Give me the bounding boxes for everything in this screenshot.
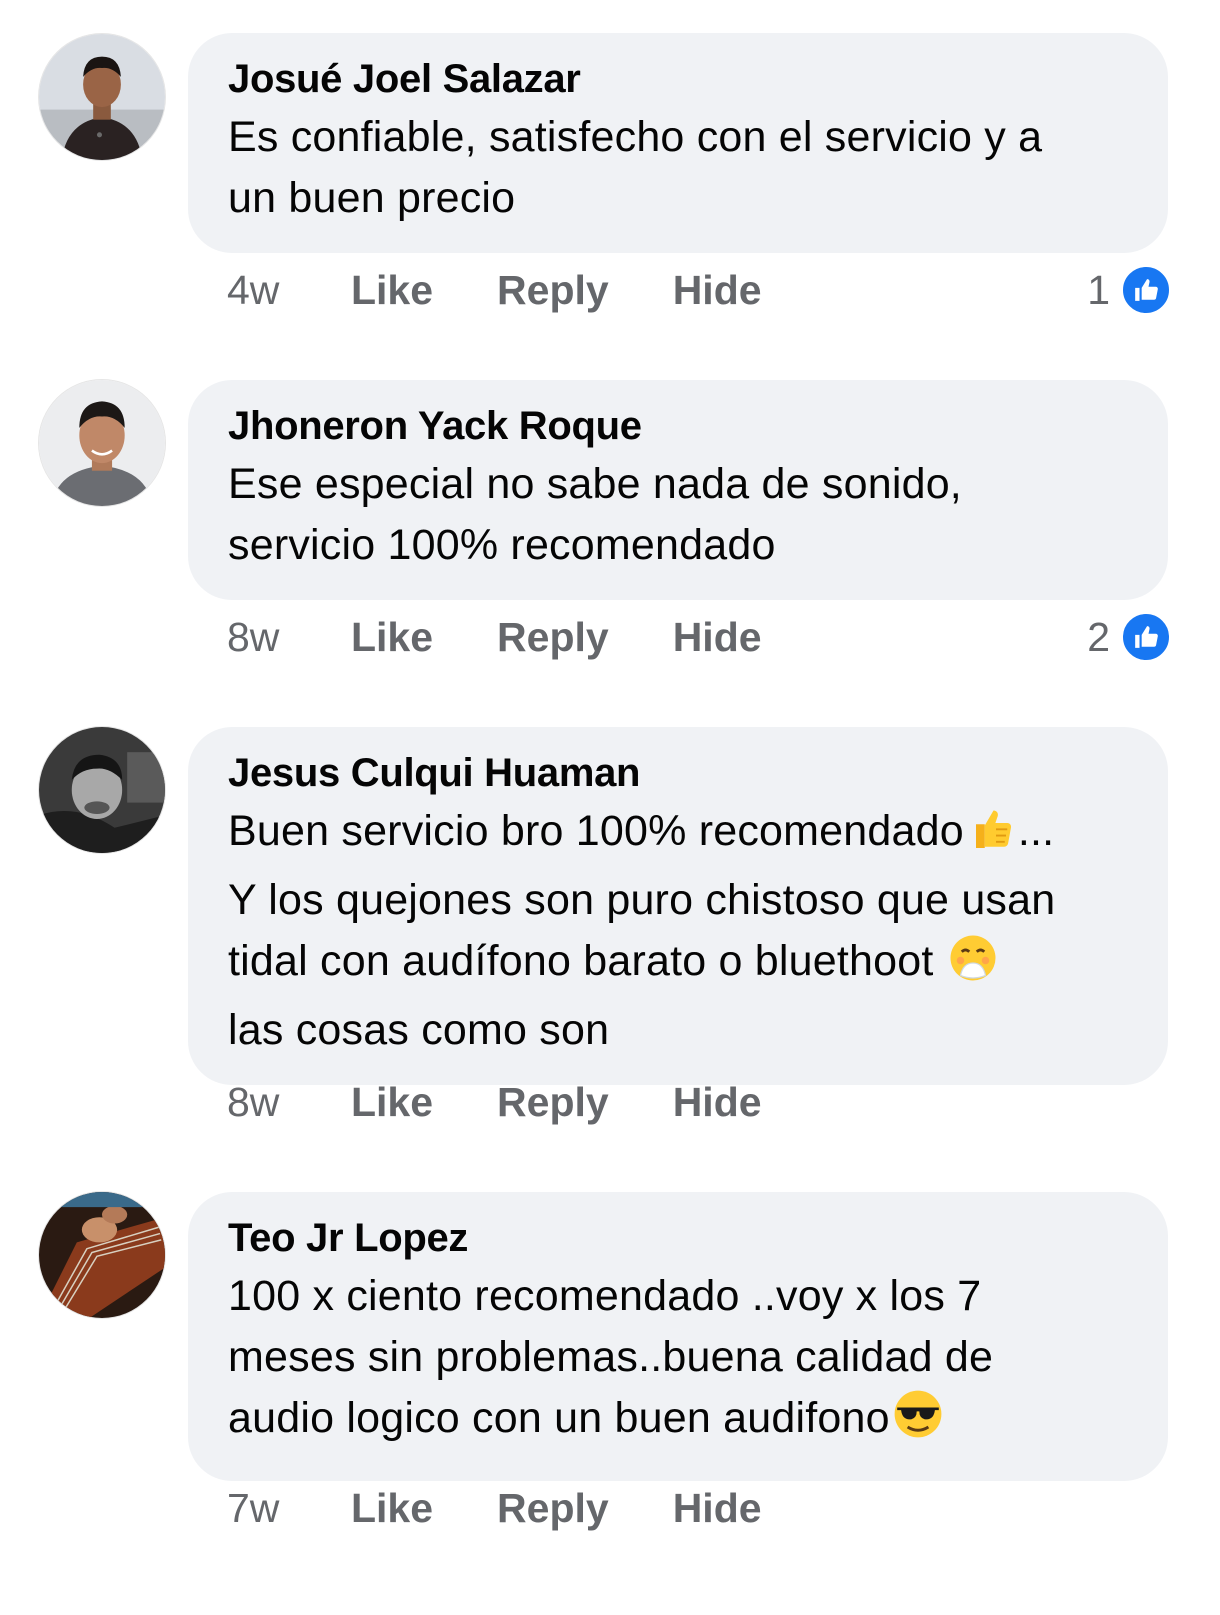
- sunglasses-emoji-icon: [892, 1388, 944, 1457]
- avatar-photo: [39, 727, 165, 853]
- avatar-photo: [39, 1192, 165, 1318]
- comment-line: Ese especial no sabe nada de sonido,: [228, 460, 962, 508]
- avatar[interactable]: [39, 727, 165, 853]
- author-name[interactable]: Jesus Culqui Huaman: [228, 749, 1128, 797]
- reaction-summary[interactable]: 2: [1087, 610, 1172, 664]
- comment-line: 100 x ciento recomendado ..voy x los 7: [228, 1272, 982, 1320]
- avatar[interactable]: [39, 1192, 165, 1318]
- comment-actions: 8w Like Reply Hide: [227, 1077, 826, 1127]
- comment-line: Buen servicio bro 100% recomendado...: [228, 801, 1128, 870]
- avatar[interactable]: [39, 34, 165, 160]
- comment-text: Buen servicio bro 100% recomendado... Y …: [228, 801, 1128, 1061]
- comment-bubble: Jesus Culqui Huaman Buen servicio bro 10…: [188, 727, 1168, 1085]
- author-name[interactable]: Josué Joel Salazar: [228, 55, 1128, 103]
- avatar[interactable]: [39, 380, 165, 506]
- comment-line: tidal con audífono barato o bluethoot: [228, 931, 1128, 1000]
- like-button[interactable]: Like: [351, 614, 433, 661]
- reply-button[interactable]: Reply: [497, 1485, 609, 1532]
- hide-button[interactable]: Hide: [673, 267, 762, 314]
- hand-over-mouth-emoji-icon: [948, 933, 998, 1000]
- timestamp[interactable]: 4w: [227, 267, 351, 314]
- comment-line: Y los quejones son puro chistoso que usa…: [228, 876, 1056, 924]
- comment-line: servicio 100% recomendado: [228, 521, 776, 569]
- comment-line-text: Buen servicio bro 100% recomendado: [228, 807, 964, 855]
- reply-button[interactable]: Reply: [497, 267, 609, 314]
- like-button[interactable]: Like: [351, 1485, 433, 1532]
- comment-line-text: ...: [1017, 807, 1055, 855]
- like-reaction-icon: [1120, 611, 1172, 663]
- reaction-summary[interactable]: 1: [1087, 263, 1172, 317]
- reply-button[interactable]: Reply: [497, 614, 609, 661]
- comment-text: 100 x ciento recomendado ..voy x los 7 m…: [228, 1266, 1128, 1457]
- hide-button[interactable]: Hide: [673, 1079, 762, 1126]
- comment-text: Es confiable, satisfecho con el servicio…: [228, 107, 1128, 229]
- author-name[interactable]: Teo Jr Lopez: [228, 1214, 1128, 1262]
- hide-button[interactable]: Hide: [673, 1485, 762, 1532]
- comment-line: audio logico con un buen audifono: [228, 1388, 1128, 1457]
- author-name[interactable]: Jhoneron Yack Roque: [228, 402, 1128, 450]
- like-reaction-icon: [1120, 264, 1172, 316]
- thumbs-up-emoji-icon: [966, 803, 1016, 870]
- reaction-count: 1: [1087, 266, 1110, 313]
- comment-actions: 4w Like Reply Hide: [227, 265, 826, 315]
- like-button[interactable]: Like: [351, 1079, 433, 1126]
- comment-line: Es confiable, satisfecho con el servicio…: [228, 113, 1043, 161]
- comment-line: un buen precio: [228, 174, 516, 222]
- comment-bubble: Teo Jr Lopez 100 x ciento recomendado ..…: [188, 1192, 1168, 1481]
- avatar-photo: [39, 380, 165, 506]
- reaction-count: 2: [1087, 613, 1110, 660]
- comment-bubble: Josué Joel Salazar Es confiable, satisfe…: [188, 33, 1168, 253]
- avatar-photo: [39, 34, 165, 160]
- like-button[interactable]: Like: [351, 267, 433, 314]
- comment-line: las cosas como son: [228, 1006, 610, 1054]
- comment-text: Ese especial no sabe nada de sonido, ser…: [228, 454, 1128, 576]
- timestamp[interactable]: 8w: [227, 614, 351, 661]
- comment-line-text: tidal con audífono barato o bluethoot: [228, 937, 934, 985]
- reply-button[interactable]: Reply: [497, 1079, 609, 1126]
- comment-line-text: audio logico con un buen audifono: [228, 1394, 890, 1442]
- hide-button[interactable]: Hide: [673, 614, 762, 661]
- comment-bubble: Jhoneron Yack Roque Ese especial no sabe…: [188, 380, 1168, 600]
- comment-actions: 7w Like Reply Hide: [227, 1483, 826, 1533]
- timestamp[interactable]: 8w: [227, 1079, 351, 1126]
- comment-actions: 8w Like Reply Hide: [227, 612, 826, 662]
- timestamp[interactable]: 7w: [227, 1485, 351, 1532]
- comment-line: meses sin problemas..buena calidad de: [228, 1333, 994, 1381]
